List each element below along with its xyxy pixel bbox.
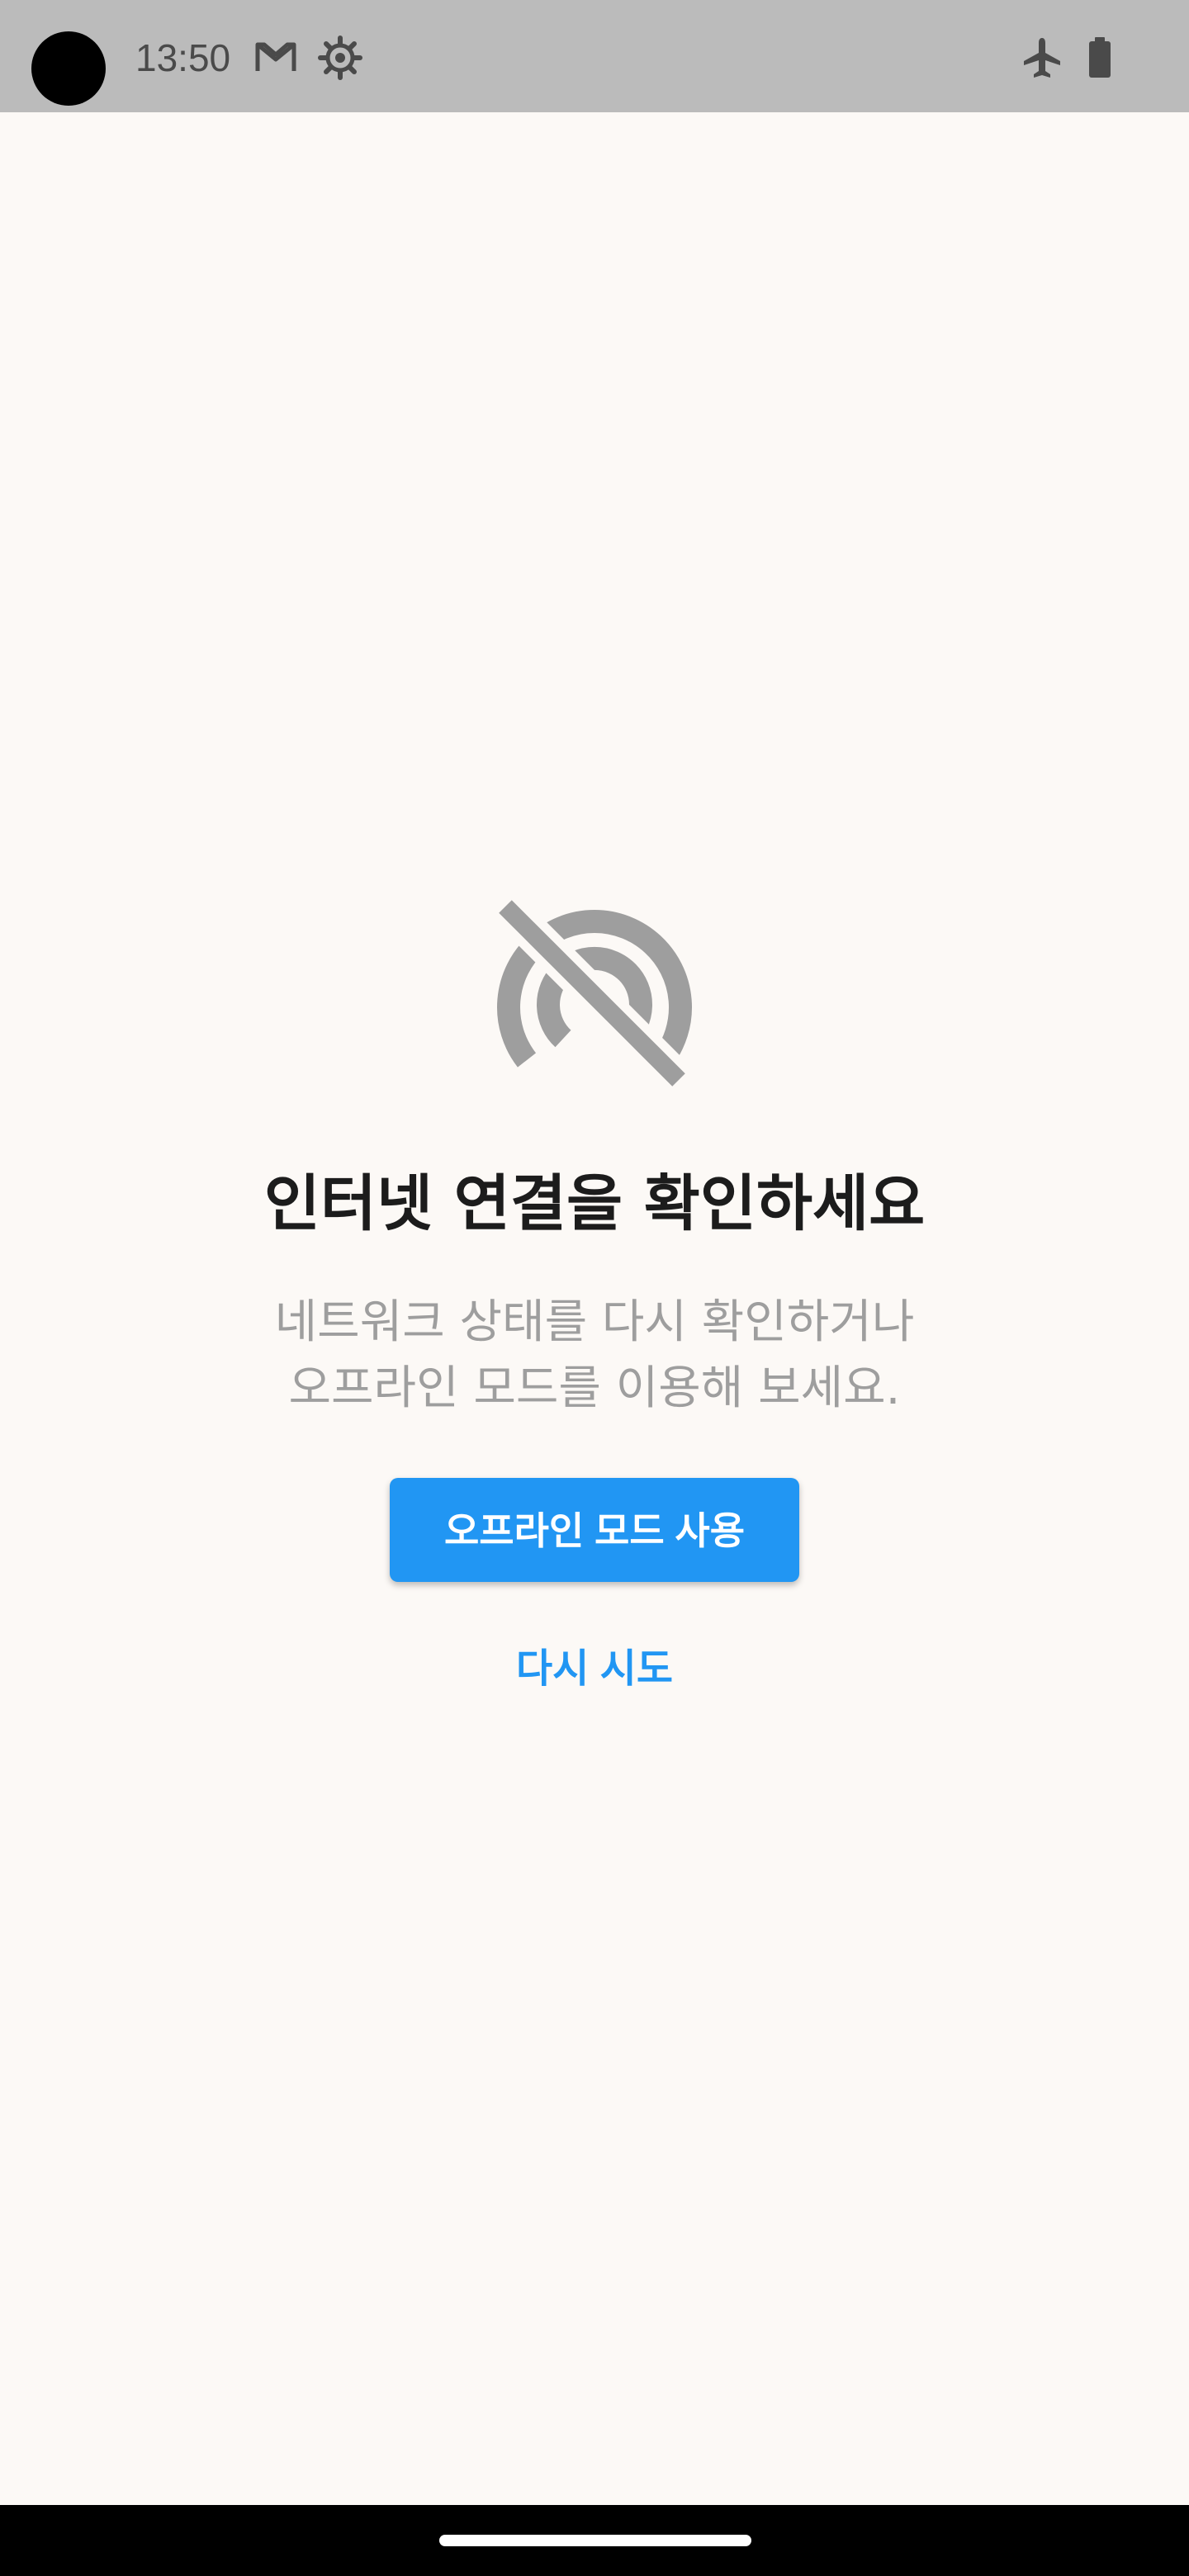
airplane-mode-icon	[1024, 38, 1060, 78]
settings-gear-icon	[318, 36, 362, 80]
page-title: 인터넷 연결을 확인하세요	[263, 1168, 926, 1239]
status-time: 13:50	[135, 36, 231, 79]
wifi-off-icon	[490, 892, 694, 1095]
gmail-icon	[255, 42, 296, 71]
page-subtitle: 네트워크 상태를 다시 확인하거나 오프라인 모드를 이용해 보세요.	[274, 1295, 915, 1415]
camera-cutout	[31, 31, 106, 106]
use-offline-mode-button[interactable]: 오프라인 모드 사용	[390, 1478, 799, 1582]
status-bar: 13:50	[0, 0, 1189, 112]
retry-button[interactable]: 다시 시도	[462, 1631, 727, 1706]
battery-icon	[1089, 37, 1111, 78]
home-gesture-handle[interactable]	[439, 2535, 751, 2546]
